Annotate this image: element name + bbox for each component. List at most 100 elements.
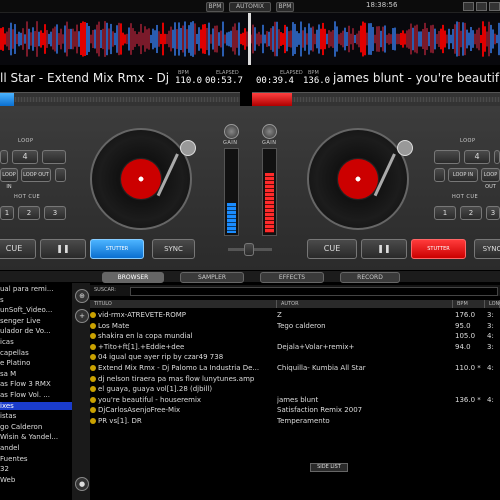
left-loop-up-button[interactable] (42, 150, 66, 164)
crossfader-handle[interactable] (244, 243, 254, 256)
folder-item[interactable]: ulador de Vo... (0, 327, 72, 335)
left-stutter-button[interactable]: STUTTER (90, 239, 144, 259)
col-author[interactable]: AUTOR (277, 300, 453, 308)
waveform-bar (426, 28, 428, 50)
folder-item[interactable]: go Calderon (0, 423, 72, 431)
tab-browser[interactable]: BROWSER (102, 272, 164, 283)
right-hotcue-3[interactable]: 3 (486, 206, 500, 220)
search-input[interactable] (130, 287, 498, 296)
waveform-bar (486, 31, 488, 47)
right-pause-button[interactable]: ❚❚ (361, 239, 407, 259)
folder-item[interactable]: sa M (0, 370, 72, 378)
left-level-meter (224, 148, 239, 236)
folder-item[interactable]: 32 (0, 465, 72, 473)
folder-item[interactable]: ual para remi... (0, 285, 72, 293)
table-row[interactable]: Los Mate Tego calderon 95.0 3: (90, 322, 500, 332)
right-stutter-button[interactable]: STUTTER (411, 239, 466, 259)
waveform-bar (0, 28, 2, 50)
waveform-bar (138, 31, 140, 47)
folder-item[interactable]: Web (0, 476, 72, 484)
table-row[interactable]: PR vs[1]. DR Temperamento (90, 417, 500, 427)
table-row[interactable]: DjCarlosAsenjoFree-Mix Satisfaction Remix… (90, 406, 500, 416)
search-bar[interactable]: SUSCAR: (90, 285, 500, 296)
right-sync-button[interactable]: SYNC (474, 239, 500, 259)
left-hotcue-3[interactable]: 3 (44, 206, 66, 220)
tab-sampler[interactable]: SAMPLER (180, 272, 244, 283)
left-sync-button[interactable]: SYNC (152, 239, 195, 259)
left-loop-in-button[interactable]: LOOP IN (0, 168, 18, 190)
folder-item[interactable]: istas (0, 412, 72, 420)
waveform-display[interactable] (0, 13, 500, 65)
waveform-bar (86, 22, 88, 56)
folder-item[interactable]: ixes (0, 401, 72, 410)
table-row[interactable]: dj nelson tiraera pa mas flow lunytunes.… (90, 375, 500, 385)
col-length[interactable]: LONG (485, 300, 500, 308)
waveform-bar (372, 27, 374, 51)
left-lock-icon[interactable] (55, 168, 66, 182)
table-row[interactable]: Extend Mix Rmx - Dj Palomo La Industria … (90, 364, 500, 374)
left-hotcue-1[interactable]: 1 (0, 206, 14, 220)
table-row[interactable]: shakira en la copa mundial 105.0 4: (90, 332, 500, 342)
right-loop-value[interactable]: 4 (464, 150, 490, 164)
automix-button[interactable]: AUTOMIX (229, 2, 271, 12)
bpm-button[interactable]: BPM (206, 2, 224, 12)
folder-item[interactable]: icas (0, 338, 72, 346)
left-pause-button[interactable]: ❚❚ (40, 239, 86, 259)
table-row[interactable]: +Tito+ft[1].+Eddie+dee Dejala+Volar+remix… (90, 343, 500, 353)
waveform-bar (146, 29, 148, 49)
right-gain-knob[interactable] (262, 124, 277, 139)
col-bpm[interactable]: BPM (453, 300, 485, 308)
folder-item[interactable]: Wisin & Yandel... (0, 433, 72, 441)
left-loop-value[interactable]: 4 (12, 150, 38, 164)
right-loop-up-button[interactable] (494, 150, 500, 164)
left-cue-button[interactable]: CUE (0, 239, 36, 259)
waveform-bar (496, 34, 498, 44)
add-folder-icon[interactable]: + (75, 309, 89, 323)
minimize-icon[interactable] (463, 2, 474, 11)
zoom-icon[interactable]: ⊕ (75, 289, 89, 303)
track-bpm: 136.0 * (455, 395, 481, 404)
folder-item[interactable]: s (0, 296, 72, 304)
left-progress-bar[interactable] (0, 92, 240, 106)
left-hotcue-2[interactable]: 2 (18, 206, 40, 220)
left-gain-knob[interactable] (224, 124, 239, 139)
waveform-bar (474, 33, 476, 45)
waveform-bar (84, 22, 86, 56)
waveform-bar (116, 25, 118, 53)
tab-record[interactable]: RECORD (340, 272, 400, 283)
folder-item[interactable]: andel (0, 444, 72, 452)
left-loop-out-button[interactable]: LOOP OUT (21, 168, 51, 182)
maximize-icon[interactable] (476, 2, 487, 11)
folder-item[interactable]: Fuentes (0, 455, 72, 463)
right-hotcue-1[interactable]: 1 (434, 206, 456, 220)
table-row[interactable]: el guaya, guaya vol[1].28 (djbill) (90, 385, 500, 395)
right-hotcue-2[interactable]: 2 (460, 206, 482, 220)
right-loop-down-button[interactable] (434, 150, 460, 164)
right-progress-bar[interactable] (252, 92, 500, 106)
table-row[interactable]: 04 igual que ayer rip by czar49 738 (90, 353, 500, 363)
folder-item[interactable]: capellas (0, 349, 72, 357)
side-list-button[interactable]: SIDE LIST (310, 463, 348, 472)
folder-item[interactable]: as Flow Vol. ... (0, 391, 72, 399)
col-title[interactable]: TITULO (90, 300, 277, 308)
right-loop-out-button[interactable]: LOOP OUT (481, 168, 500, 190)
table-row[interactable]: you're beautiful - houseremix james blunt… (90, 396, 500, 406)
waveform-bar (42, 32, 44, 46)
bpm-button-right[interactable]: BPM (276, 2, 294, 12)
lock-icon[interactable]: ● (75, 477, 89, 491)
waveform-bar (142, 32, 144, 46)
waveform-bar (478, 27, 480, 51)
right-cue-button[interactable]: CUE (307, 239, 357, 259)
folder-item[interactable]: e Platino (0, 359, 72, 367)
right-loop-in-button[interactable]: LOOP IN (448, 168, 478, 182)
folder-item[interactable]: as Flow 3 RMX (0, 380, 72, 388)
left-loop-down-button[interactable] (0, 150, 8, 164)
folder-item[interactable]: senger Live (0, 317, 72, 325)
table-row[interactable]: vid-rmx-ATREVETE-ROMP Z 176.0 3: (90, 311, 500, 321)
close-icon[interactable] (489, 2, 500, 11)
right-lock-icon[interactable] (434, 168, 445, 182)
folder-item[interactable]: unSoft_Video... (0, 306, 72, 314)
waveform-bar (90, 34, 92, 44)
track-title: Los Mate (98, 321, 130, 330)
tab-effects[interactable]: EFFECTS (260, 272, 324, 283)
